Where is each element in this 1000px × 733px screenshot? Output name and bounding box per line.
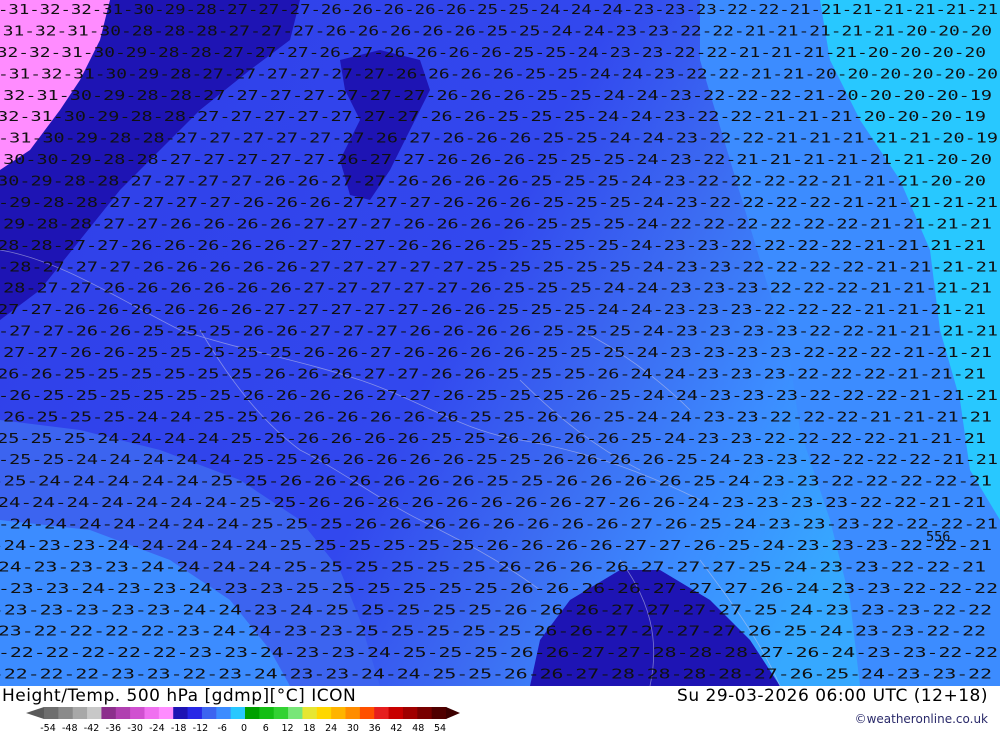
- temperature-row: -25-24-24-24-24-24-25-25-26-26-26-26-26-…: [0, 474, 992, 490]
- temperature-row: -25-25-25-24-24-24-24-25-25-26-26-26-26-…: [0, 431, 986, 447]
- temperature-row: -30-29-28-28-27-27-27-27-26-26-27-27-26-…: [0, 174, 986, 190]
- scale-swatch: [216, 707, 232, 719]
- temperature-row: -29-28-28-27-27-27-27-26-26-26-27-27-27-…: [0, 195, 998, 211]
- scale-tick-label: -12: [193, 723, 209, 732]
- scale-swatch: [72, 707, 88, 719]
- temperature-row: -28-28-27-27-26-26-26-26-26-27-27-27-26-…: [0, 238, 986, 254]
- scale-swatch: [187, 707, 203, 719]
- temperature-row: -31-32-32-31-30-29-28-27-27-27-26-26-26-…: [0, 2, 998, 18]
- scale-swatch: [345, 707, 361, 719]
- temperature-row: -29-28-28-27-27-26-26-26-26-27-27-27-26-…: [0, 216, 992, 232]
- scale-swatch: [259, 707, 275, 719]
- scale-tick-label: -36: [106, 723, 122, 732]
- scale-tick-label: 30: [347, 723, 359, 732]
- scale-tick-label: 6: [263, 723, 269, 732]
- temperature-row: -24-24-24-24-24-24-24-25-25-26-26-26-26-…: [0, 495, 986, 511]
- scale-swatch: [115, 707, 131, 719]
- temperature-row: -23-22-22-22-22-23-24-24-23-23-25-25-25-…: [0, 624, 986, 640]
- temperature-row: -28-27-27-27-26-26-26-26-26-27-27-27-27-…: [0, 259, 998, 275]
- temperature-row: -24-24-24-24-24-24-24-25-25-25-26-26-26-…: [0, 517, 998, 533]
- scale-swatch: [417, 707, 433, 719]
- temperature-row: -30-30-29-28-28-27-27-27-27-27-26-27-27-…: [0, 152, 992, 168]
- scale-swatch: [130, 707, 145, 719]
- scale-swatch: [101, 707, 117, 719]
- scale-swatch: [158, 707, 174, 719]
- scale-swatch: [402, 707, 418, 719]
- scale-swatch: [302, 707, 318, 719]
- temperature-row: -31-32-31-30-29-28-27-27-27-27-27-27-26-…: [0, 66, 998, 82]
- scale-tick-label: 0: [241, 723, 247, 732]
- scale-tick-label: -54: [40, 723, 56, 732]
- temperature-row: -32-31-30-29-28-28-27-27-27-27-27-27-27-…: [0, 88, 992, 104]
- map-footer: Height/Temp. 500 hPa [gdmp][°C] ICON Su …: [0, 686, 1000, 733]
- scale-swatch: [58, 707, 74, 719]
- temperature-row: -22-22-22-22-22-23-23-24-23-23-24-25-25-…: [0, 645, 998, 661]
- scale-swatch: [173, 707, 189, 719]
- scale-tick-label: -18: [171, 723, 187, 732]
- scale-arrow-left: [26, 707, 44, 719]
- scale-tick-label: 12: [282, 723, 294, 732]
- temperature-row: -22-22-22-23-23-22-23-24-23-23-24-24-25-…: [0, 667, 992, 683]
- temperature-row: -23-23-23-23-23-24-24-23-24-25-25-25-25-…: [0, 602, 992, 618]
- scale-tick-label: 42: [390, 723, 402, 732]
- temperature-row: -26-25-25-25-24-24-25-25-26-26-26-26-26-…: [0, 409, 992, 425]
- temperature-row: -27-27-26-26-25-25-25-26-26-27-27-27-26-…: [0, 324, 998, 340]
- temperature-row: -26-25-25-25-25-25-25-26-26-26-26-27-27-…: [0, 388, 998, 404]
- temperature-row: -24-23-23-23-24-24-24-24-25-25-25-25-25-…: [0, 559, 986, 575]
- scale-swatch: [144, 707, 160, 719]
- contour-label: 556: [926, 529, 950, 545]
- scale-swatch: [288, 707, 303, 719]
- scale-tick-label: -42: [84, 723, 100, 732]
- scale-swatch: [388, 707, 404, 719]
- scale-swatch: [359, 707, 375, 719]
- scale-swatch: [230, 707, 246, 719]
- temperature-row: -27-27-26-26-25-25-25-25-25-26-26-27-26-…: [0, 345, 992, 361]
- scale-swatch: [431, 707, 447, 719]
- credit-link[interactable]: ©weatheronline.co.uk: [855, 712, 988, 726]
- temperature-row: -23-23-24-23-23-24-23-23-25-25-25-25-25-…: [0, 581, 998, 597]
- scale-swatch: [245, 707, 260, 719]
- scale-tick-label: -6: [217, 723, 226, 732]
- weather-map: -31-32-32-31-30-29-28-27-27-27-26-26-26-…: [0, 0, 1000, 686]
- scale-tick-label: 24: [325, 723, 337, 732]
- scale-swatch: [331, 707, 346, 719]
- temperature-row: -32-31-30-29-28-28-27-27-27-27-27-27-27-…: [0, 109, 986, 125]
- valid-time: Su 29-03-2026 06:00 UTC (12+18): [677, 686, 988, 706]
- temperature-row: -24-23-23-24-24-24-24-24-25-25-25-25-25-…: [0, 538, 992, 554]
- temperature-row: -32-32-31-30-29-28-28-27-27-27-26-27-26-…: [0, 45, 986, 61]
- scale-swatch: [44, 707, 59, 719]
- scale-swatch: [316, 707, 332, 719]
- scale-swatch: [87, 707, 102, 719]
- temperature-field: -31-32-32-31-30-29-28-27-27-27-26-26-26-…: [0, 0, 1000, 686]
- temperature-row: -25-25-24-24-24-24-24-25-25-26-26-26-26-…: [0, 452, 998, 468]
- temperature-row: -31-32-31-30-28-28-28-27-27-27-26-26-26-…: [0, 23, 992, 39]
- temperature-row: -26-26-25-25-25-25-25-25-26-26-26-27-27-…: [0, 366, 986, 382]
- scale-arrow-right: [446, 707, 460, 719]
- scale-tick-label: 18: [303, 723, 315, 732]
- scale-swatch: [201, 707, 217, 719]
- scale-swatch: [374, 707, 390, 719]
- color-scale: -54 -48 -42 -36 -30 -24 -18 -12 -6 0 6 12 18 24 30 36 42…: [26, 707, 460, 732]
- scale-tick-label: 36: [369, 723, 381, 732]
- map-title: Height/Temp. 500 hPa [gdmp][°C] ICON: [2, 686, 357, 706]
- scale-swatch: [273, 707, 289, 719]
- scale-tick-label: -30: [127, 723, 143, 732]
- temperature-row: -28-27-27-26-26-26-26-26-26-27-27-27-27-…: [0, 281, 992, 297]
- scale-tick-label: 48: [412, 723, 424, 732]
- scale-tick-label: -48: [62, 723, 78, 732]
- scale-tick-label: 54: [434, 723, 446, 732]
- temperature-row: -31-30-29-28-28-27-27-27-27-27-27-26-27-…: [0, 131, 998, 147]
- temperature-row: -27-27-26-26-26-26-26-26-27-27-27-27-27-…: [0, 302, 986, 318]
- scale-tick-label: -24: [149, 723, 165, 732]
